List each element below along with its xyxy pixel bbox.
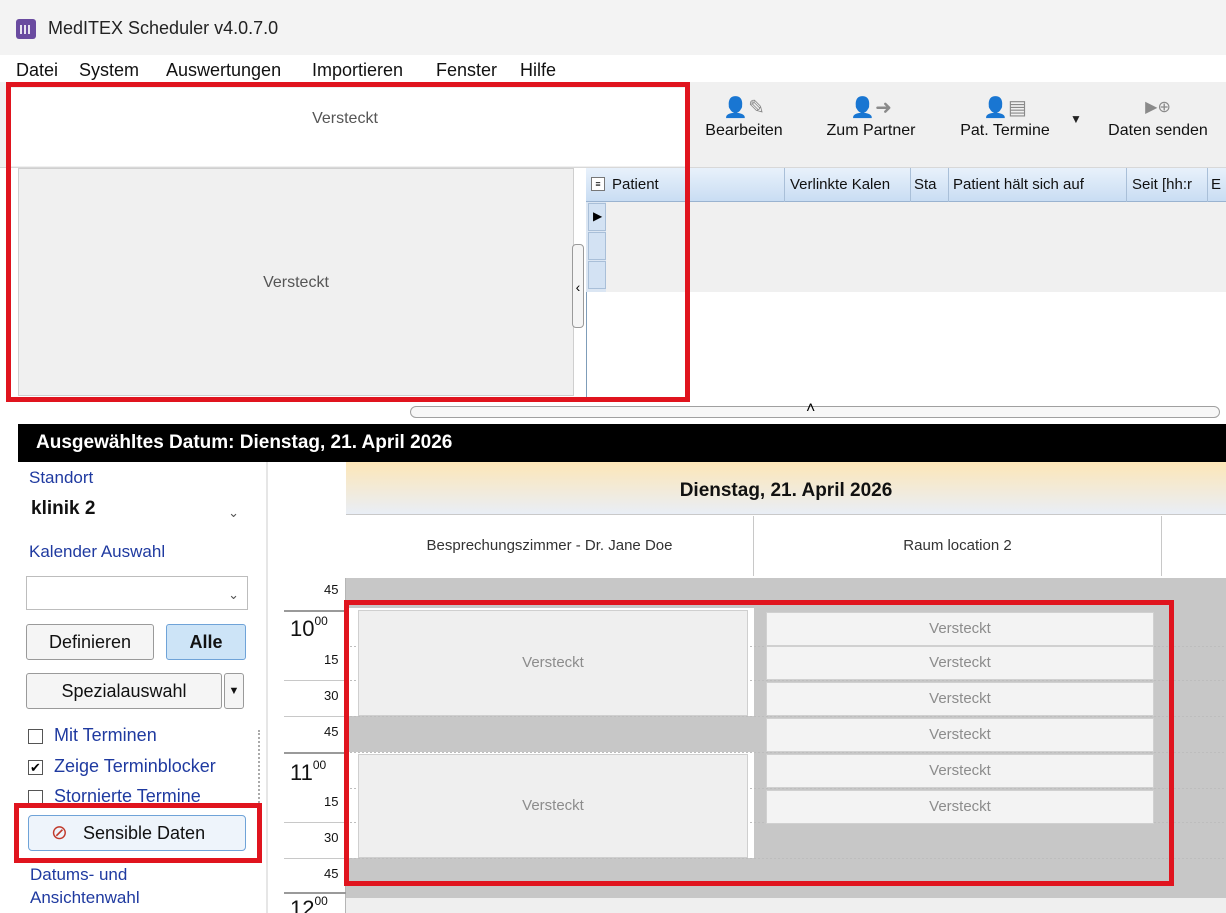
- collapse-panel-handle[interactable]: ‹: [572, 244, 584, 328]
- all-button[interactable]: Alle: [166, 624, 246, 660]
- menu-bar: Datei System Auswertungen Importieren Fe…: [0, 55, 1226, 82]
- window-title: MedITEX Scheduler v4.0.7.0: [48, 18, 279, 38]
- checkbox-cancelled[interactable]: [28, 790, 43, 805]
- standort-label: Standort: [29, 468, 94, 487]
- time-label: 30: [324, 688, 339, 703]
- column-patient-location[interactable]: Patient hält sich auf: [953, 176, 1123, 193]
- current-row-arrow-icon: ▶: [593, 209, 603, 223]
- partner-arrow-icon: 👤➜: [850, 97, 892, 119]
- menu-hilfe[interactable]: Hilfe: [520, 60, 556, 81]
- column-linked-calendar[interactable]: Verlinkte Kalen: [790, 176, 908, 193]
- appointment[interactable]: Versteckt: [766, 612, 1154, 646]
- row-selector[interactable]: ▶: [588, 203, 606, 231]
- special-selection-button[interactable]: Spezialauswahl: [26, 673, 222, 709]
- patient-appointments-button[interactable]: 👤▤ Pat. Termine: [950, 88, 1060, 158]
- time-label: 45: [324, 866, 339, 881]
- menu-importieren[interactable]: Importieren: [312, 60, 403, 81]
- time-label: 15: [324, 652, 339, 667]
- standort-select[interactable]: klinik 2 ⌄: [26, 494, 248, 528]
- date-view-label-2: Ansichtenwahl: [30, 888, 140, 907]
- time-slot[interactable]: [346, 578, 1226, 608]
- time-slot[interactable]: [346, 716, 754, 752]
- checkbox-show-blockers[interactable]: ✔: [28, 760, 43, 775]
- appointment[interactable]: Versteckt: [766, 790, 1154, 824]
- time-slot[interactable]: [346, 898, 1226, 913]
- menu-fenster[interactable]: Fenster: [436, 60, 497, 81]
- appointment[interactable]: Versteckt: [766, 754, 1154, 788]
- time-label: 30: [324, 830, 339, 845]
- column-header-room-2[interactable]: Raum location 2: [754, 516, 1162, 576]
- patient-appointments-icon: 👤▤: [983, 97, 1027, 119]
- chevron-left-icon: ‹: [575, 279, 581, 295]
- chevron-down-icon: ▼: [228, 685, 240, 697]
- appointment[interactable]: Versteckt: [766, 646, 1154, 680]
- date-view-label-1: Datums- und: [30, 865, 128, 884]
- define-button[interactable]: Definieren: [26, 624, 154, 660]
- sensitive-data-button[interactable]: ⊘ Sensible Daten: [28, 815, 246, 851]
- menu-auswertungen[interactable]: Auswertungen: [166, 60, 281, 81]
- calendar-select[interactable]: ⌄: [26, 576, 248, 610]
- time-label: 45: [324, 724, 339, 739]
- appointment[interactable]: Versteckt: [766, 682, 1154, 716]
- menu-datei[interactable]: Datei: [16, 60, 58, 81]
- show-blockers-label: Zeige Terminblocker: [54, 756, 216, 776]
- row-selector[interactable]: [588, 261, 606, 289]
- column-since[interactable]: Seit [hh:r: [1132, 176, 1204, 193]
- with-appointments-label: Mit Terminen: [54, 725, 157, 745]
- edit-button[interactable]: 👤✎ Bearbeiten: [698, 88, 790, 158]
- app-window: MedITEX Scheduler v4.0.7.0 Datei System …: [0, 0, 1226, 913]
- time-label: 1200: [290, 894, 328, 913]
- checkbox-with-appointments[interactable]: [28, 729, 43, 744]
- appointment[interactable]: Versteckt: [358, 754, 748, 858]
- selected-date-label: Ausgewähltes Datum: Dienstag, 21. April …: [36, 432, 453, 453]
- menu-system[interactable]: System: [79, 60, 139, 81]
- edit-person-icon: 👤✎: [723, 97, 765, 119]
- calendar-selection-label: Kalender Auswahl: [29, 542, 166, 561]
- eye-slash-icon: ⊘: [51, 822, 68, 844]
- chevron-up-icon[interactable]: ˄: [806, 400, 815, 418]
- send-data-button[interactable]: ▶⊕ Daten senden: [1098, 88, 1218, 158]
- sidebar-resize-grip[interactable]: [258, 730, 262, 810]
- checkmark-icon: ✔: [30, 760, 41, 775]
- chevron-down-icon: ⌄: [228, 587, 239, 602]
- column-chooser-icon[interactable]: ≡: [591, 177, 605, 191]
- patient-grid-body: [606, 202, 1226, 292]
- send-data-icon: ▶⊕: [1145, 99, 1171, 116]
- time-slot[interactable]: [346, 858, 754, 898]
- appointment[interactable]: Versteckt: [358, 610, 748, 716]
- time-label: 1100: [290, 758, 327, 785]
- time-label: 1000: [290, 614, 328, 641]
- column-status[interactable]: Sta: [914, 176, 946, 193]
- column-header-room-1[interactable]: Besprechungszimmer - Dr. Jane Doe: [346, 516, 754, 576]
- chevron-down-icon[interactable]: ▼: [1070, 112, 1082, 126]
- row-selector[interactable]: [588, 232, 606, 260]
- column-extra[interactable]: E: [1211, 176, 1225, 193]
- time-label: 15: [324, 794, 339, 809]
- day-header-label: Dienstag, 21. April 2026: [679, 480, 893, 501]
- hidden-toolbar-label: Versteckt: [312, 110, 378, 127]
- column-patient[interactable]: Patient: [612, 176, 782, 193]
- time-label: 45: [324, 582, 339, 597]
- to-partner-button[interactable]: 👤➜ Zum Partner: [818, 88, 924, 158]
- chevron-down-icon: ⌄: [228, 505, 239, 520]
- hidden-left-panel-label: Versteckt: [263, 274, 329, 291]
- appointment[interactable]: Versteckt: [766, 718, 1154, 752]
- cancelled-label: Stornierte Termine: [54, 786, 201, 806]
- special-selection-dropdown[interactable]: ▼: [224, 673, 244, 709]
- sidebar-separator: [266, 462, 268, 913]
- app-calendar-icon: [16, 19, 36, 39]
